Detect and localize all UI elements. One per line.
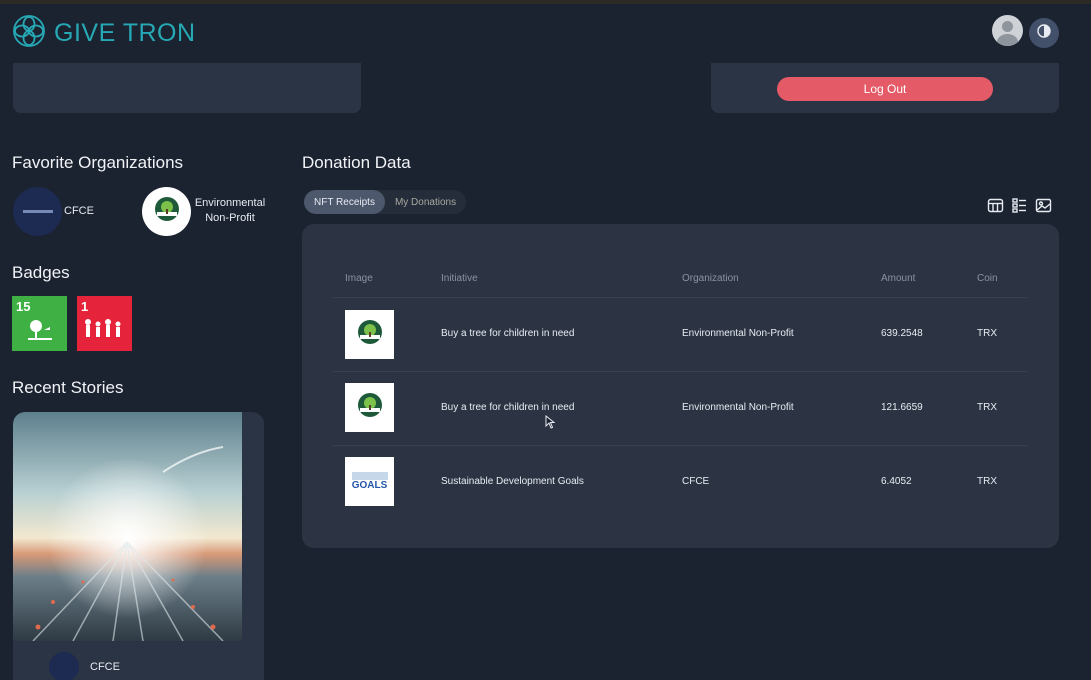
sdg-logo-icon (351, 472, 388, 480)
row-initiative: Buy a tree for children in need (441, 328, 575, 339)
story-image[interactable] (13, 412, 242, 641)
donation-data-title: Donation Data (302, 153, 411, 172)
table-divider (333, 297, 1027, 298)
row-initiative: Sustainable Development Goals (441, 476, 584, 487)
row-thumbnail[interactable]: GOALS (345, 457, 394, 506)
badge-number: 1 (81, 299, 89, 314)
column-header-organization: Organization (682, 273, 739, 284)
table-divider (333, 371, 1027, 372)
column-header-amount: Amount (881, 273, 916, 284)
story-card[interactable] (13, 412, 264, 680)
table-divider (333, 445, 1027, 446)
recent-stories-title: Recent Stories (12, 378, 124, 397)
row-thumbnail[interactable] (345, 310, 394, 359)
environmental-nonprofit-logo[interactable] (142, 187, 191, 236)
mouse-cursor-icon (545, 414, 556, 434)
brand-name: GIVE TRON (54, 19, 196, 47)
cfce-logo[interactable] (13, 187, 62, 236)
badge-sdg-1[interactable]: 1 (77, 296, 132, 351)
tab-my-donations[interactable]: My Donations (385, 190, 466, 214)
no-poverty-icon (83, 318, 125, 345)
tree-logo-icon (357, 392, 383, 423)
row-amount: 121.6659 (881, 402, 923, 413)
tab-nft-receipts[interactable]: NFT Receipts (304, 190, 385, 214)
user-avatar[interactable] (992, 15, 1023, 46)
badge-number: 15 (16, 299, 31, 314)
card-view-icon[interactable] (986, 196, 1004, 214)
cfce-logo-mark (22, 210, 53, 213)
view-toggle (986, 196, 1052, 214)
column-header-initiative: Initiative (441, 273, 478, 284)
brand-logo[interactable]: GIVE TRON (12, 14, 196, 53)
row-amount: 639.2548 (881, 328, 923, 339)
row-amount: 6.4052 (881, 476, 912, 487)
profile-card (13, 63, 361, 113)
org-name-line2: Non-Profit (205, 212, 255, 224)
list-view-icon[interactable] (1010, 196, 1028, 214)
badge-sdg-15[interactable]: 15 (12, 296, 67, 351)
image-view-icon[interactable] (1034, 196, 1052, 214)
favorites-title: Favorite Organizations (12, 153, 184, 172)
moon-icon (1036, 23, 1052, 44)
row-organization: Environmental Non-Profit (682, 328, 794, 339)
row-coin: TRX (977, 328, 997, 339)
org-name-line1: Environmental (194, 197, 266, 209)
avatar-body (997, 34, 1018, 46)
favorite-org-name-2[interactable]: Environmental Non-Profit (194, 196, 266, 226)
tree-logo-icon (357, 319, 383, 350)
logout-button[interactable]: Log Out (777, 77, 993, 101)
flower-logo-icon (12, 14, 46, 53)
row-coin: TRX (977, 402, 997, 413)
tree-logo-icon (154, 196, 180, 227)
sdg-logo-text: GOALS (351, 480, 388, 491)
story-org-logo (49, 652, 79, 680)
donation-table (302, 224, 1059, 548)
theme-toggle-button[interactable] (1029, 18, 1059, 48)
row-organization: CFCE (682, 476, 710, 487)
row-thumbnail[interactable] (345, 383, 394, 432)
avatar-head (1002, 21, 1013, 32)
donation-tabs: NFT Receipts My Donations (304, 190, 467, 214)
badges-title: Badges (12, 263, 70, 282)
story-org-name: CFCE (90, 661, 120, 673)
column-header-image: Image (345, 273, 373, 284)
life-on-land-icon (26, 316, 54, 347)
window-top-border (0, 0, 1091, 4)
column-header-coin: Coin (977, 273, 998, 284)
row-initiative: Buy a tree for children in need (441, 402, 575, 413)
row-organization: Environmental Non-Profit (682, 402, 794, 413)
row-coin: TRX (977, 476, 997, 487)
favorite-org-name[interactable]: CFCE (64, 204, 94, 219)
